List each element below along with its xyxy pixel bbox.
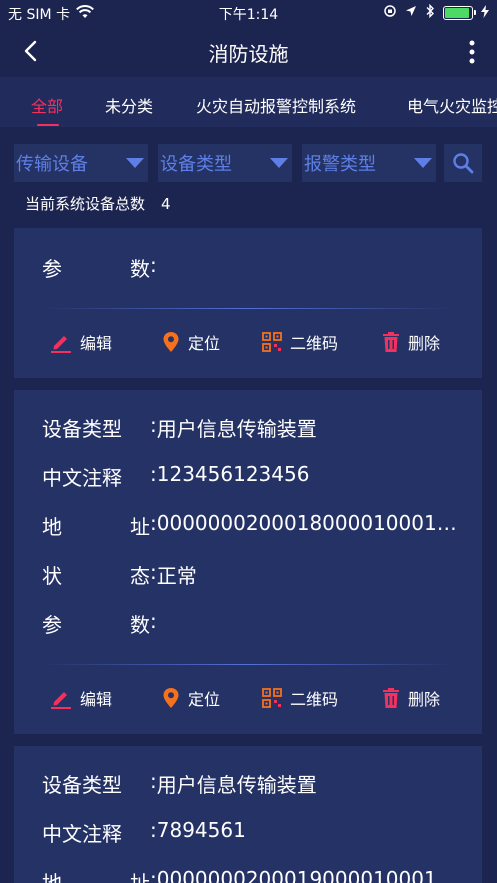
dropdown-label: 设备类型 (160, 154, 232, 175)
caret-down-icon (126, 158, 144, 168)
transmission-device-dropdown[interactable]: 传输设备 (14, 144, 148, 182)
device-card: 设备类型: 用户信息传输装置 中文注释: 123456123456 地址: 00… (14, 390, 482, 734)
device-count-value: 4 (161, 195, 171, 213)
filter-bar: 传输设备 设备类型 报警类型 (14, 144, 482, 182)
dropdown-label: 传输设备 (16, 154, 88, 175)
field-colon: : (150, 609, 157, 633)
field-label: 参数 (42, 257, 150, 281)
delete-button[interactable]: 删除 (382, 686, 440, 710)
tab-fire-alarm-system[interactable]: 火灾自动报警控制系统 (196, 93, 356, 117)
field-value: 123456123456 (156, 462, 310, 486)
location-icon (405, 5, 417, 21)
map-pin-icon (163, 688, 179, 708)
more-button[interactable] (467, 40, 477, 64)
field-label: 地址 (42, 871, 150, 883)
search-button[interactable] (444, 144, 482, 182)
trash-icon (383, 332, 399, 352)
locate-button[interactable]: 定位 (162, 330, 220, 354)
qrcode-button[interactable]: 二维码 (262, 330, 338, 354)
orientation-lock-icon (383, 4, 397, 22)
category-tabs: 全部 未分类 火灾自动报警控制系统 电气火灾监控 (0, 77, 497, 127)
field-colon: : (150, 413, 157, 437)
field-cn-note: 中文注释: 7894561 (42, 818, 246, 847)
battery-icon (443, 6, 476, 20)
trash-icon (383, 688, 399, 708)
card-actions: 编辑 定位 二维码 删除 (14, 330, 482, 360)
edit-button[interactable]: 编辑 (50, 686, 112, 710)
edit-icon (51, 336, 71, 353)
locate-button[interactable]: 定位 (162, 686, 220, 710)
field-value: 用户信息传输装置 (156, 417, 317, 441)
status-bar: 无 SIM 卡 下午1:14 (0, 0, 497, 26)
field-params: 参数: (42, 609, 157, 638)
card-divider (42, 308, 454, 309)
dropdown-label: 报警类型 (304, 154, 376, 175)
tab-all[interactable]: 全部 (31, 93, 63, 117)
field-label: 中文注释 (42, 822, 122, 846)
search-icon (453, 153, 474, 174)
qrcode-button[interactable]: 二维码 (262, 686, 338, 710)
field-label: 设备类型 (42, 773, 122, 797)
field-label: 状态 (42, 564, 150, 588)
bluetooth-icon (425, 3, 435, 22)
card-divider (42, 664, 454, 665)
field-label: 设备类型 (42, 417, 122, 441)
field-colon: : (150, 769, 157, 793)
qrcode-icon (262, 688, 282, 708)
field-value: 0000000200019000010001900000 (156, 867, 463, 883)
map-pin-icon (163, 332, 179, 352)
field-colon: : (150, 867, 157, 883)
field-colon: : (150, 462, 157, 486)
tab-electrical-fire-monitoring[interactable]: 电气火灾监控 (407, 93, 497, 117)
field-value: 正常 (156, 564, 197, 588)
field-address: 地址: 0000000200019000010001900000 (42, 867, 463, 883)
device-count-label: 当前系统设备总数 (25, 195, 146, 213)
field-params: 参数: (42, 253, 157, 282)
field-cn-note: 中文注释: 123456123456 (42, 462, 309, 491)
field-device-type: 设备类型: 用户信息传输装置 (42, 413, 317, 442)
field-colon: : (150, 560, 157, 584)
field-device-type: 设备类型: 用户信息传输装置 (42, 769, 317, 798)
charging-icon (481, 4, 489, 22)
alarm-type-dropdown[interactable]: 报警类型 (302, 144, 436, 182)
field-value: 7894561 (156, 818, 246, 842)
tab-uncategorized[interactable]: 未分类 (105, 93, 153, 117)
field-label: 参数 (42, 613, 150, 637)
field-colon: : (150, 818, 157, 842)
device-card: 设备类型: 用户信息传输装置 中文注释: 7894561 地址: 0000000… (14, 746, 482, 883)
field-colon: : (150, 511, 157, 535)
more-vertical-icon (469, 40, 475, 64)
field-label: 中文注释 (42, 466, 122, 490)
field-colon: : (150, 253, 157, 277)
caret-down-icon (414, 158, 432, 168)
device-count: 当前系统设备总数 4 (25, 193, 187, 214)
active-tab-indicator (37, 124, 59, 126)
field-value: 0000000200018000010001700000 (156, 511, 463, 535)
delete-button[interactable]: 删除 (382, 330, 440, 354)
field-address: 地址: 0000000200018000010001700000 (42, 511, 463, 540)
field-label: 地址 (42, 515, 150, 539)
edit-button[interactable]: 编辑 (50, 330, 112, 354)
edit-icon (51, 692, 71, 709)
caret-down-icon (270, 158, 288, 168)
device-card: 参数: 编辑 定位 二维码 删除 (14, 228, 482, 378)
qrcode-icon (262, 332, 282, 352)
navigation-bar: 消防设施 (0, 26, 497, 76)
page-title: 消防设施 (208, 42, 289, 66)
field-status: 状态: 正常 (42, 560, 197, 589)
field-value: 用户信息传输装置 (156, 773, 317, 797)
device-type-dropdown[interactable]: 设备类型 (158, 144, 292, 182)
card-actions: 编辑 定位 二维码 删除 (14, 686, 482, 716)
